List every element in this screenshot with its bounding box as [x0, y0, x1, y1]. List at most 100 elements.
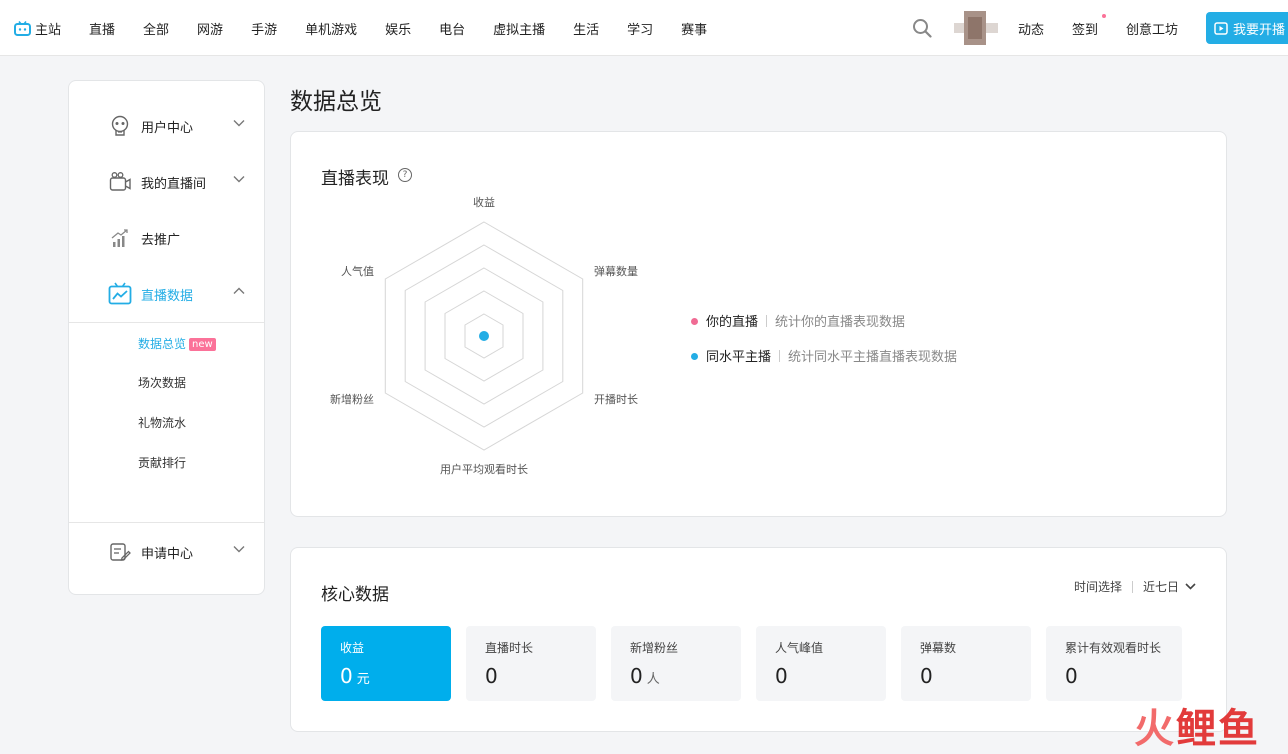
- metric-value: 0: [775, 664, 788, 688]
- live-play-icon: [1214, 21, 1228, 35]
- nav-item-entertainment[interactable]: 娱乐: [385, 19, 411, 38]
- chevron-down-icon: [1185, 583, 1196, 590]
- top-navbar: 主站 直播 全部 网游 手游 单机游戏 娱乐 电台 虚拟主播 生活 学习 赛事 …: [0, 0, 1288, 56]
- new-badge: new: [189, 338, 216, 351]
- legend-name: 你的直播: [706, 315, 759, 330]
- sidebar-item-label: 去推广: [141, 233, 181, 248]
- core-data-card: 核心数据 时间选择 近七日 收益 0元 直播时长 0 新增粉丝 0人 人气峰值 …: [290, 547, 1227, 732]
- radar-axis-label: 弹幕数量: [594, 264, 638, 278]
- metric-value-wrap: 0: [1065, 664, 1078, 688]
- nav-item-live[interactable]: 直播: [89, 19, 115, 38]
- radar-axis-label: 用户平均观看时长: [440, 462, 528, 476]
- metric-value-wrap: 0: [485, 664, 498, 688]
- sidebar-item-application-center[interactable]: 申请中心: [69, 532, 264, 572]
- sidebar-sub-item-sessions[interactable]: 场次数据: [138, 374, 186, 391]
- chevron-up-icon: [233, 287, 245, 294]
- nav-item-single-games[interactable]: 单机游戏: [305, 19, 357, 38]
- nav-home[interactable]: 主站: [14, 19, 61, 38]
- nav-item-study[interactable]: 学习: [627, 19, 653, 38]
- nav-creative-workshop[interactable]: 创意工坊: [1126, 19, 1178, 38]
- sidebar-divider: [69, 522, 264, 523]
- nav-item-life[interactable]: 生活: [573, 19, 599, 38]
- sidebar-item-user-center[interactable]: 用户中心: [69, 106, 264, 146]
- nav-right: 动态 签到 创意工坊 我要开播: [912, 0, 1288, 56]
- nav-checkin-label: 签到: [1071, 22, 1098, 38]
- sidebar-item-live-data[interactable]: 直播数据: [69, 274, 264, 314]
- legend-desc: 统计同水平主播直播表现数据: [788, 350, 958, 365]
- metric-card-peak-popularity[interactable]: 人气峰值 0: [756, 626, 886, 701]
- search-icon[interactable]: [912, 18, 932, 38]
- bilibili-tv-icon: [14, 20, 31, 36]
- metric-label: 累计有效观看时长: [1065, 641, 1162, 655]
- sidebar-divider: [69, 322, 264, 323]
- start-live-label: 我要开播: [1233, 22, 1286, 38]
- metric-value: 0: [1065, 664, 1078, 688]
- nav-checkin[interactable]: 签到: [1071, 13, 1106, 38]
- metric-label: 新增粉丝: [630, 641, 679, 655]
- sidebar-item-my-live-room[interactable]: 我的直播间: [69, 162, 264, 202]
- sidebar-item-label: 我的直播间: [141, 177, 207, 192]
- nav-item-esports[interactable]: 赛事: [681, 19, 707, 38]
- metric-card-new-fans[interactable]: 新增粉丝 0人: [611, 626, 741, 701]
- radar-axis-label: 新增粉丝: [330, 392, 374, 406]
- metric-card-live-duration[interactable]: 直播时长 0: [466, 626, 596, 701]
- watermark-logo: 火鲤鱼: [1134, 696, 1260, 754]
- time-range-select[interactable]: 时间选择 近七日: [1074, 578, 1196, 595]
- sidebar: 用户中心 我的直播间 去推广 直播数据 数据总览 new 场次数据 礼物流水 贡…: [68, 80, 265, 595]
- nav-home-label: 主站: [35, 22, 62, 38]
- radar-chart: 收益 弹幕数量 开播时长 用户平均观看时长 新增粉丝 人气值: [330, 195, 638, 476]
- sidebar-sub-item-overview[interactable]: 数据总览 new: [138, 335, 216, 352]
- camera-icon: [109, 172, 131, 191]
- notify-dot: [1101, 13, 1106, 18]
- metric-card-total-watch-time[interactable]: 累计有效观看时长 0: [1046, 626, 1182, 701]
- legend-item-peer-streamers: 同水平主播 统计同水平主播直播表现数据: [691, 346, 957, 365]
- chevron-down-icon: [233, 176, 245, 183]
- sidebar-item-promote[interactable]: 去推广: [69, 218, 264, 258]
- metric-value: 0: [920, 664, 933, 688]
- tv-chart-icon: [108, 282, 132, 305]
- metric-value: 0: [340, 664, 353, 688]
- legend-name: 同水平主播: [706, 350, 772, 365]
- metric-unit: 人: [646, 672, 660, 687]
- sidebar-item-label: 用户中心: [141, 121, 194, 136]
- nav-item-radio[interactable]: 电台: [439, 19, 465, 38]
- sidebar-sub-item-contribution-rank[interactable]: 贡献排行: [138, 454, 186, 471]
- metric-value-wrap: 0: [775, 664, 788, 688]
- legend-desc: 统计你的直播表现数据: [775, 315, 906, 330]
- main-nav: 主站 直播 全部 网游 手游 单机游戏 娱乐 电台 虚拟主播 生活 学习 赛事: [14, 0, 735, 56]
- radar-axis-label: 人气值: [341, 264, 374, 278]
- watermark-part1: 火: [1134, 706, 1176, 752]
- edit-document-icon: [110, 543, 131, 561]
- metric-label: 直播时长: [485, 641, 534, 655]
- legend-item-your-live: 你的直播 统计你的直播表现数据: [691, 311, 905, 330]
- nav-item-mobile-games[interactable]: 手游: [251, 19, 277, 38]
- metric-unit: 元: [356, 672, 370, 687]
- chevron-down-icon: [233, 546, 245, 553]
- metric-value: 0: [485, 664, 498, 688]
- sidebar-item-label: 申请中心: [141, 547, 194, 562]
- metric-value-wrap: 0人: [630, 664, 660, 688]
- metric-card-revenue[interactable]: 收益 0元: [321, 626, 451, 701]
- live-performance-title: 直播表现: [321, 169, 389, 189]
- nav-item-virtual-streamer[interactable]: 虚拟主播: [493, 19, 545, 38]
- watermark-part2: 鲤鱼: [1176, 706, 1260, 752]
- nav-dynamics[interactable]: 动态: [1018, 19, 1044, 38]
- legend-dot-blue: [691, 353, 698, 360]
- nav-item-all[interactable]: 全部: [143, 19, 169, 38]
- page-title: 数据总览: [290, 89, 382, 115]
- start-live-button[interactable]: 我要开播: [1206, 12, 1288, 44]
- nav-item-online-games[interactable]: 网游: [197, 19, 223, 38]
- help-icon[interactable]: ?: [398, 168, 412, 182]
- avatar[interactable]: [953, 11, 998, 45]
- chevron-down-icon: [233, 120, 245, 127]
- metric-label: 人气峰值: [775, 641, 824, 655]
- sidebar-sub-item-gift-flow[interactable]: 礼物流水: [138, 414, 186, 431]
- metric-card-danmaku-count[interactable]: 弹幕数 0: [901, 626, 1031, 701]
- live-performance-card: 直播表现 ? 收益 弹幕数量 开播时长 用户平均观看时长 新增粉丝 人气值 你的…: [290, 131, 1227, 517]
- radar-axis-label: 开播时长: [594, 392, 638, 406]
- metric-value: 0: [630, 664, 643, 688]
- growth-bars-icon: [111, 229, 128, 247]
- time-select-value: 近七日: [1142, 580, 1179, 594]
- metric-value-wrap: 0: [920, 664, 933, 688]
- time-select-label: 时间选择: [1073, 580, 1122, 594]
